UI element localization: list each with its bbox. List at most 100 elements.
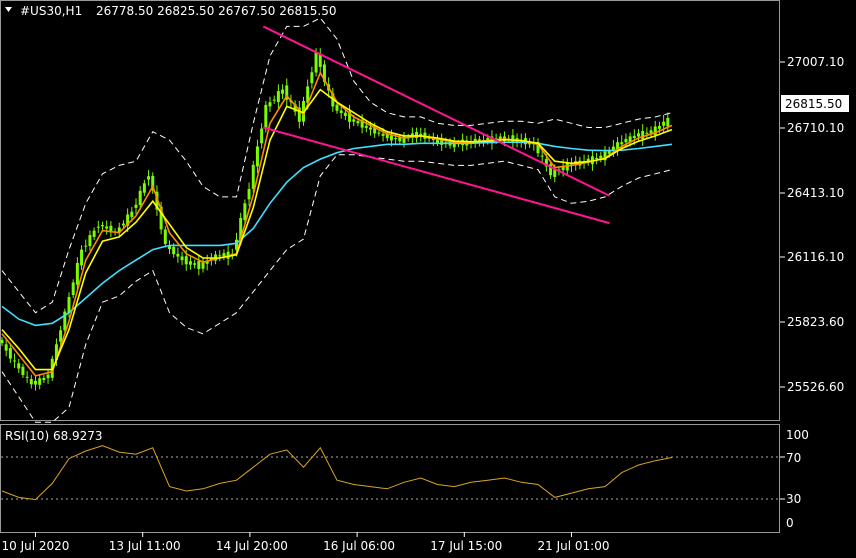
price-tick-label: 26413.10 — [787, 186, 844, 200]
candle-body — [92, 230, 96, 237]
rsi-axis: 100 70 30 0 — [780, 428, 809, 530]
time-axis: 10 Jul 2020 13 Jul 11:00 14 Jul 20:00 16 Ju… — [2, 532, 610, 553]
candle-body — [180, 256, 184, 261]
candle-body — [75, 263, 79, 285]
candle-body — [188, 261, 192, 265]
candle-body — [247, 189, 251, 200]
rsi-tick-label: 100 — [786, 428, 809, 442]
candle-body — [276, 91, 280, 103]
rsi-tick-label: 0 — [786, 516, 794, 530]
candle-body — [657, 125, 661, 129]
candle-body — [17, 363, 21, 369]
candle-body — [172, 246, 176, 255]
candle-body — [130, 211, 134, 217]
candle-body — [176, 253, 180, 257]
candle-body — [8, 348, 12, 359]
chart-menu-triangle-icon[interactable] — [5, 7, 12, 12]
candle-body — [88, 235, 92, 247]
candle-body — [364, 125, 368, 128]
time-tick-label: 21 Jul 01:00 — [538, 539, 610, 553]
candle-body — [96, 226, 100, 228]
candle-body — [193, 263, 197, 265]
candle-body — [389, 135, 393, 141]
candle-body — [335, 104, 339, 111]
price-tick-label: 26710.10 — [787, 121, 844, 135]
price-tick-label: 25823.60 — [787, 315, 844, 329]
candle-body — [272, 99, 276, 101]
candle-body — [4, 344, 8, 351]
current-price-tag: 26815.50 — [781, 95, 849, 112]
candle-body — [595, 158, 599, 160]
time-tick-label: 17 Jul 15:00 — [430, 539, 502, 553]
candle-body — [184, 256, 188, 265]
candle-body — [377, 132, 381, 134]
chart-ohlc: 26778.50 26825.50 26767.50 26815.50 — [96, 4, 336, 18]
candle-body — [21, 366, 25, 375]
rsi-tick-label: 70 — [786, 451, 801, 465]
rsi-label: RSI(10) 68.9273 — [5, 429, 103, 443]
rsi-tick-label: 30 — [786, 492, 801, 506]
candle-body — [163, 229, 167, 245]
candle-body — [67, 296, 71, 313]
candle-body — [121, 223, 125, 226]
price-tick-label: 27007.10 — [787, 55, 844, 69]
candle-body — [13, 360, 17, 362]
candle-body — [255, 146, 259, 167]
candle-body — [251, 164, 255, 189]
main-chart-frame — [0, 0, 780, 421]
candle-body — [369, 127, 372, 130]
rsi-line — [1, 445, 673, 501]
candle-body — [71, 282, 75, 296]
candle-body — [42, 378, 46, 381]
candle-body — [394, 138, 398, 140]
candle-body — [201, 262, 205, 269]
candle-body — [314, 52, 318, 73]
candle-body — [352, 119, 356, 122]
candle-body — [25, 376, 29, 378]
candle-body — [624, 138, 628, 143]
candle-body — [637, 133, 640, 137]
candle-body — [0, 339, 4, 344]
upper-trendline — [262, 25, 610, 197]
candle-body — [222, 253, 226, 257]
candle-body — [243, 203, 247, 221]
rsi-plot — [1, 445, 673, 501]
bollinger-bands — [1, 17, 673, 423]
candle-body — [105, 226, 109, 229]
candle-body — [38, 378, 42, 385]
candle-body — [511, 135, 515, 143]
price-tick-label: 25526.60 — [787, 380, 844, 394]
candle-body — [565, 163, 569, 171]
candle-body — [142, 183, 146, 193]
candle-body — [540, 155, 544, 157]
time-tick-label: 13 Jul 11:00 — [109, 539, 181, 553]
time-tick-label: 10 Jul 2020 — [2, 539, 70, 553]
candle-body — [34, 380, 37, 385]
time-tick-label: 14 Jul 20:00 — [216, 539, 288, 553]
candle-body — [29, 379, 33, 385]
candle-body — [59, 330, 63, 342]
chart-symbol: #US30,H1 — [20, 4, 82, 18]
candle-body — [80, 249, 84, 266]
candle-body — [138, 190, 142, 206]
current-price-label: 26815.50 — [785, 97, 842, 111]
candle-body — [264, 104, 268, 129]
chart-canvas[interactable]: #US30,H1 26778.50 26825.50 26767.50 2681… — [0, 0, 856, 558]
rsi-frame — [0, 424, 780, 533]
bollinger-lower-line — [1, 154, 673, 423]
candle-body — [632, 135, 636, 138]
candle-body — [147, 176, 151, 180]
candle-body — [310, 72, 314, 84]
candle-body — [649, 130, 653, 134]
candle-body — [662, 121, 666, 126]
candle-body — [260, 128, 264, 144]
candle-body — [339, 110, 343, 113]
candle-body — [281, 89, 285, 94]
candle-body — [197, 261, 201, 269]
candle-body — [101, 225, 104, 227]
candle-body — [356, 121, 360, 124]
price-tick-label: 26116.10 — [787, 250, 844, 264]
candle-body — [620, 142, 624, 145]
candle-body — [343, 112, 347, 116]
candle-body — [645, 132, 649, 134]
